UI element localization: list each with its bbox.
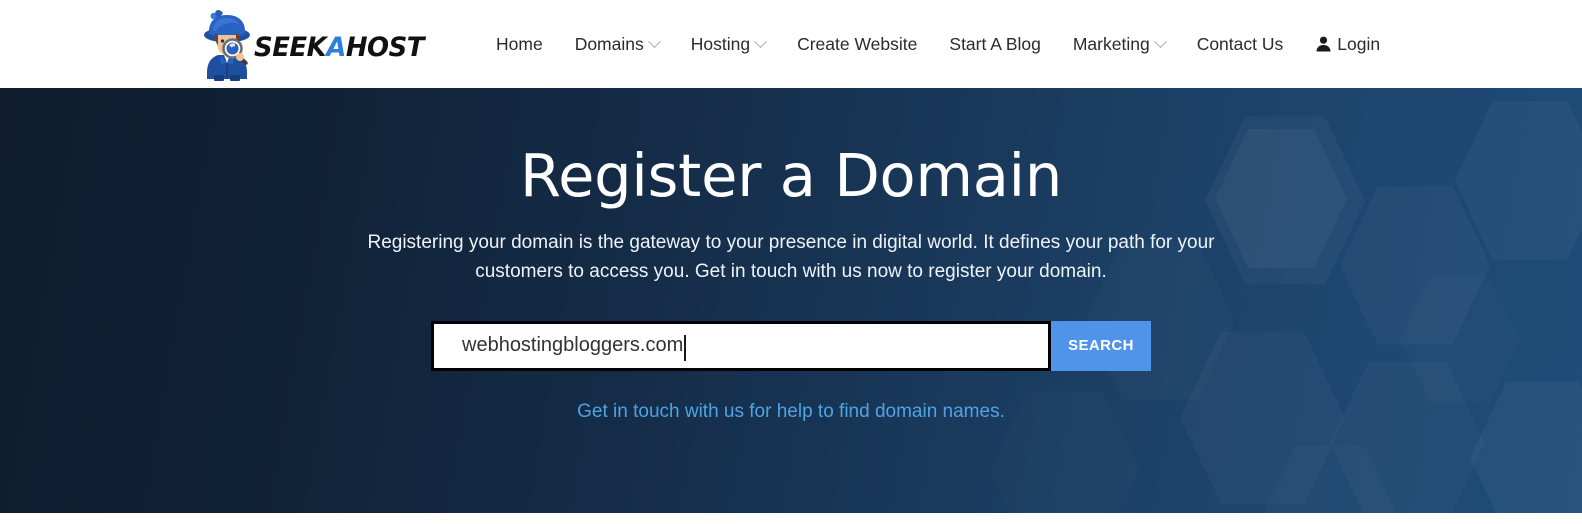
hero-content: Register a Domain Registering your domai… — [0, 141, 1582, 423]
nav-item-marketing[interactable]: Marketing — [1057, 0, 1181, 88]
chevron-down-icon — [647, 34, 661, 48]
login-label: Login — [1337, 33, 1381, 54]
chevron-down-icon — [754, 34, 767, 48]
domain-search-form: SEARCH — [0, 320, 1582, 371]
nav-label: Start A Blog — [949, 33, 1041, 54]
logo-wordmark: SEEKAHOST — [254, 34, 424, 61]
login-button[interactable]: Login — [1305, 0, 1390, 88]
detective-mascot-icon — [196, 7, 258, 81]
page-root: SEEKAHOST Home Domains Hosting Create We… — [0, 0, 1582, 524]
logo-word-host: HOST — [345, 31, 425, 63]
logo-word-a: A — [326, 31, 346, 63]
user-icon — [1316, 36, 1331, 52]
page-title: Register a Domain — [519, 141, 1063, 210]
nav-label: Create Website — [797, 33, 918, 54]
site-logo[interactable]: SEEKAHOST — [196, 6, 424, 82]
hero-section: Register a Domain Registering your domai… — [0, 88, 1582, 513]
chevron-down-icon — [1153, 34, 1167, 48]
text-caret — [684, 334, 686, 361]
nav-label: Contact Us — [1196, 33, 1284, 54]
site-header: SEEKAHOST Home Domains Hosting Create We… — [0, 0, 1582, 88]
hero-subtitle: Registering your domain is the gateway t… — [367, 231, 1215, 282]
nav-item-hosting[interactable]: Hosting — [675, 0, 781, 88]
nav-item-contact-us[interactable]: Contact Us — [1181, 0, 1300, 88]
nav-label: Hosting — [690, 33, 751, 54]
page-bottom-strip — [0, 513, 1582, 524]
nav-item-create-website[interactable]: Create Website — [781, 0, 933, 88]
nav-label: Domains — [574, 33, 644, 54]
main-navigation: Home Domains Hosting Create Website Star… — [480, 0, 1390, 88]
logo-word-seek: SEEK — [254, 31, 327, 63]
nav-item-start-a-blog[interactable]: Start A Blog — [933, 0, 1056, 88]
search-button[interactable]: SEARCH — [1051, 320, 1151, 371]
nav-item-domains[interactable]: Domains — [559, 0, 675, 88]
nav-item-home[interactable]: Home — [480, 0, 559, 88]
domain-search-input[interactable] — [434, 323, 1048, 368]
nav-label: Home — [496, 33, 543, 54]
help-find-domain-link[interactable]: Get in touch with us for help to find do… — [577, 401, 1005, 423]
nav-label: Marketing — [1072, 33, 1150, 54]
domain-search-input-wrapper[interactable] — [431, 320, 1051, 371]
